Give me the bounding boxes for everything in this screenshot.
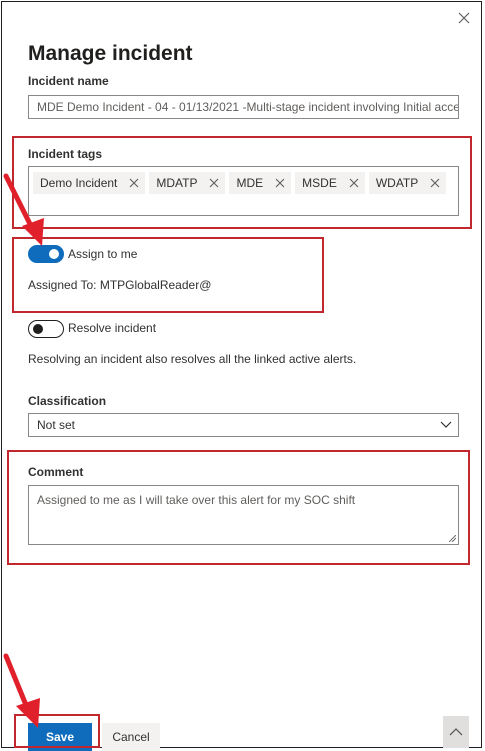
annotation-box-comment [7, 450, 470, 565]
annotation-arrow-icon [3, 653, 40, 728]
annotation-box-assign [12, 237, 324, 313]
resolve-note: Resolving an incident also resolves all … [28, 352, 357, 366]
resolve-incident-label: Resolve incident [68, 321, 157, 335]
incident-name-input[interactable]: MDE Demo Incident - 04 - 01/13/2021 -Mul… [28, 95, 459, 119]
close-icon[interactable] [456, 10, 472, 26]
incident-name-label: Incident name [28, 74, 109, 88]
cancel-button[interactable]: Cancel [102, 723, 160, 751]
annotation-arrow-icon [3, 173, 44, 246]
page-title: Manage incident [28, 42, 193, 65]
scroll-to-top-button[interactable] [443, 716, 469, 748]
resolve-incident-toggle[interactable] [28, 320, 64, 338]
chevron-down-icon [440, 421, 452, 428]
chevron-up-icon [449, 728, 463, 736]
classification-dropdown[interactable]: Not set [28, 413, 459, 437]
classification-label: Classification [28, 394, 107, 408]
annotation-box-tags [12, 136, 472, 229]
classification-value: Not set [37, 418, 76, 432]
toggle-knob [33, 324, 43, 334]
